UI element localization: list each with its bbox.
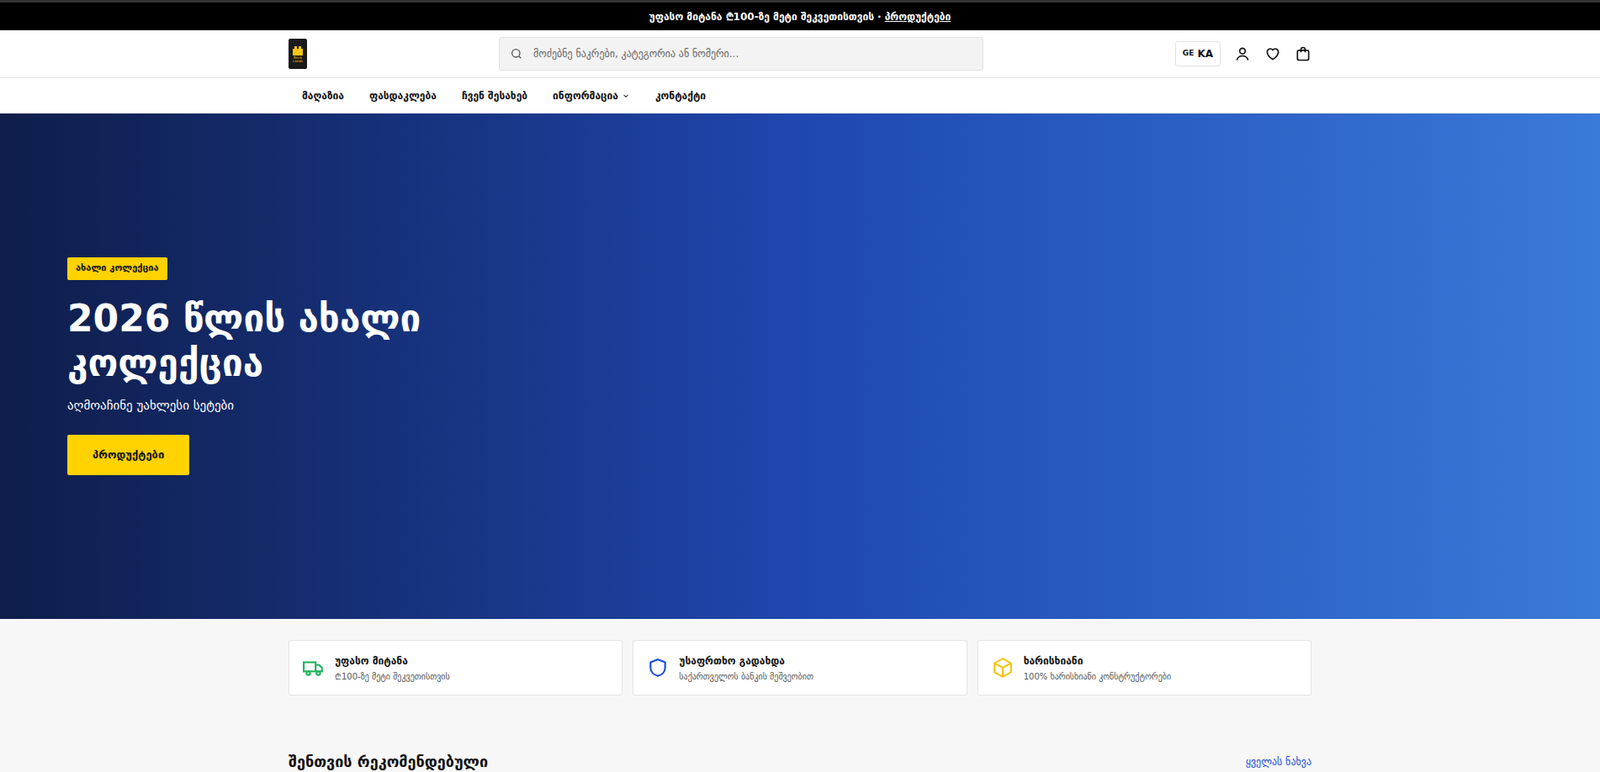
shield-icon: [646, 656, 669, 679]
language-switch[interactable]: GEKA: [1175, 41, 1221, 67]
announcement-link[interactable]: პროდუქტები: [884, 9, 952, 25]
announcement-bar: უფასო მიტანა ₾100-ზე მეტი შეკვეთისთვის·პ…: [0, 0, 1600, 31]
feature-subtitle: ₾100-ზე მეტი შეკვეთისთვის: [334, 670, 451, 684]
feature-card: უსაფრთხო გადახდასაქართველოს ბანკის მეშვე…: [632, 640, 967, 696]
feature-title: ხარისხიანი: [1023, 653, 1172, 669]
hero-subtitle: აღმოაჩინე უახლესი სეტები: [67, 396, 234, 416]
announcement-text: უფასო მიტანა ₾100-ზე მეტი შეკვეთისთვის: [649, 9, 875, 25]
language-code: KA: [1197, 46, 1214, 62]
truck-icon: [302, 656, 325, 679]
section-header: შენთვის რეკომენდებული ყველას ნახვა: [288, 752, 1312, 772]
hero-title: 2026 წლის ახალი კოლექცია: [67, 296, 472, 387]
feature-subtitle: 100% ხარისხიანი კონსტრუქტორები: [1023, 670, 1172, 684]
box-icon: [991, 656, 1014, 679]
bag-icon[interactable]: [1294, 45, 1312, 63]
logo-text: Brick Lands: [289, 56, 307, 64]
header: Brick Lands GEKA: [0, 30, 1600, 79]
feature-card: უფასო მიტანა₾100-ზე მეტი შეკვეთისთვის: [288, 640, 623, 696]
nav-item[interactable]: ფასდაკლება: [369, 88, 437, 104]
view-all-link[interactable]: ყველას ნახვა: [1245, 754, 1312, 770]
feature-card: ხარისხიანი100% ხარისხიანი კონსტრუქტორები: [977, 640, 1312, 696]
logo[interactable]: Brick Lands: [288, 38, 308, 69]
heart-icon[interactable]: [1264, 45, 1282, 63]
hero-banner: ახალი კოლექცია 2026 წლის ახალი კოლექცია აღ…: [0, 113, 1600, 620]
search-box[interactable]: [498, 37, 984, 71]
logo-brick-icon: [291, 44, 304, 57]
nav-item[interactable]: კონტაქტი: [655, 88, 706, 104]
nav-item[interactable]: ინფორმაცია: [552, 88, 631, 104]
feature-subtitle: საქართველოს ბანკის მეშვეობით: [678, 670, 814, 684]
feature-title: უფასო მიტანა: [334, 653, 451, 669]
search-icon: [509, 47, 524, 61]
nav-item[interactable]: ჩვენ შესახებ: [461, 88, 528, 104]
nav-item[interactable]: მაღაზია: [301, 88, 345, 104]
features: უფასო მიტანა₾100-ზე მეტი შეკვეთისთვისუსა…: [288, 640, 1312, 696]
flag-code: GE: [1182, 47, 1195, 60]
separator: ·: [877, 9, 882, 25]
feature-title: უსაფრთხო გადახდა: [678, 653, 814, 669]
hero-button[interactable]: პროდუქტები: [67, 434, 190, 476]
hero-badge: ახალი კოლექცია: [67, 257, 168, 281]
user-icon[interactable]: [1234, 45, 1251, 63]
section-title: შენთვის რეკომენდებული: [288, 752, 488, 772]
search-input[interactable]: [533, 46, 973, 62]
chevron-down-icon: [621, 91, 631, 101]
main-nav: მაღაზია ფასდაკლება ჩვენ შესახებ ინფორმაცია კ…: [0, 78, 1600, 114]
